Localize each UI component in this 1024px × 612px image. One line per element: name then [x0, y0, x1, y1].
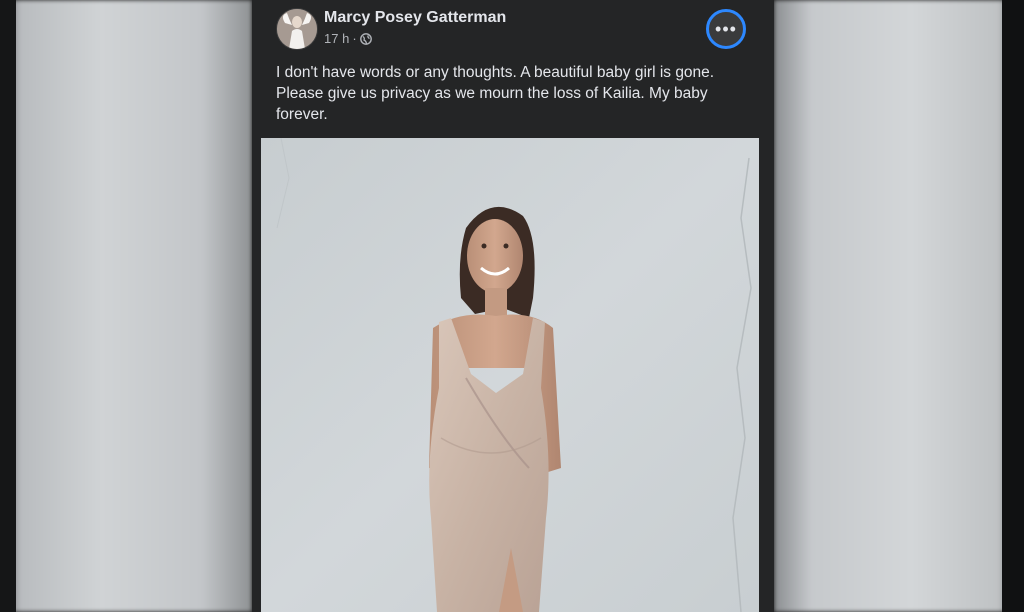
blurred-backdrop-right: [774, 0, 1024, 612]
author-name[interactable]: Marcy Posey Gatterman: [324, 9, 506, 27]
globe-icon[interactable]: [359, 32, 372, 45]
avatar[interactable]: [276, 8, 318, 50]
post-meta: 17 h ·: [324, 31, 372, 46]
more-options-icon: •••: [715, 18, 737, 39]
frame-edge-left: [0, 0, 16, 612]
frame-edge-right: [1002, 0, 1024, 612]
more-options-button[interactable]: •••: [706, 9, 746, 49]
post-photo[interactable]: [261, 138, 759, 612]
blurred-backdrop-left: [0, 0, 252, 612]
post-text: I don't have words or any thoughts. A be…: [276, 64, 715, 123]
post-timestamp[interactable]: 17 h: [324, 31, 349, 46]
meta-separator: ·: [352, 31, 357, 46]
facebook-post: Marcy Posey Gatterman 17 h · ••• I don't…: [252, 0, 774, 612]
post-header: Marcy Posey Gatterman 17 h · •••: [252, 0, 774, 60]
